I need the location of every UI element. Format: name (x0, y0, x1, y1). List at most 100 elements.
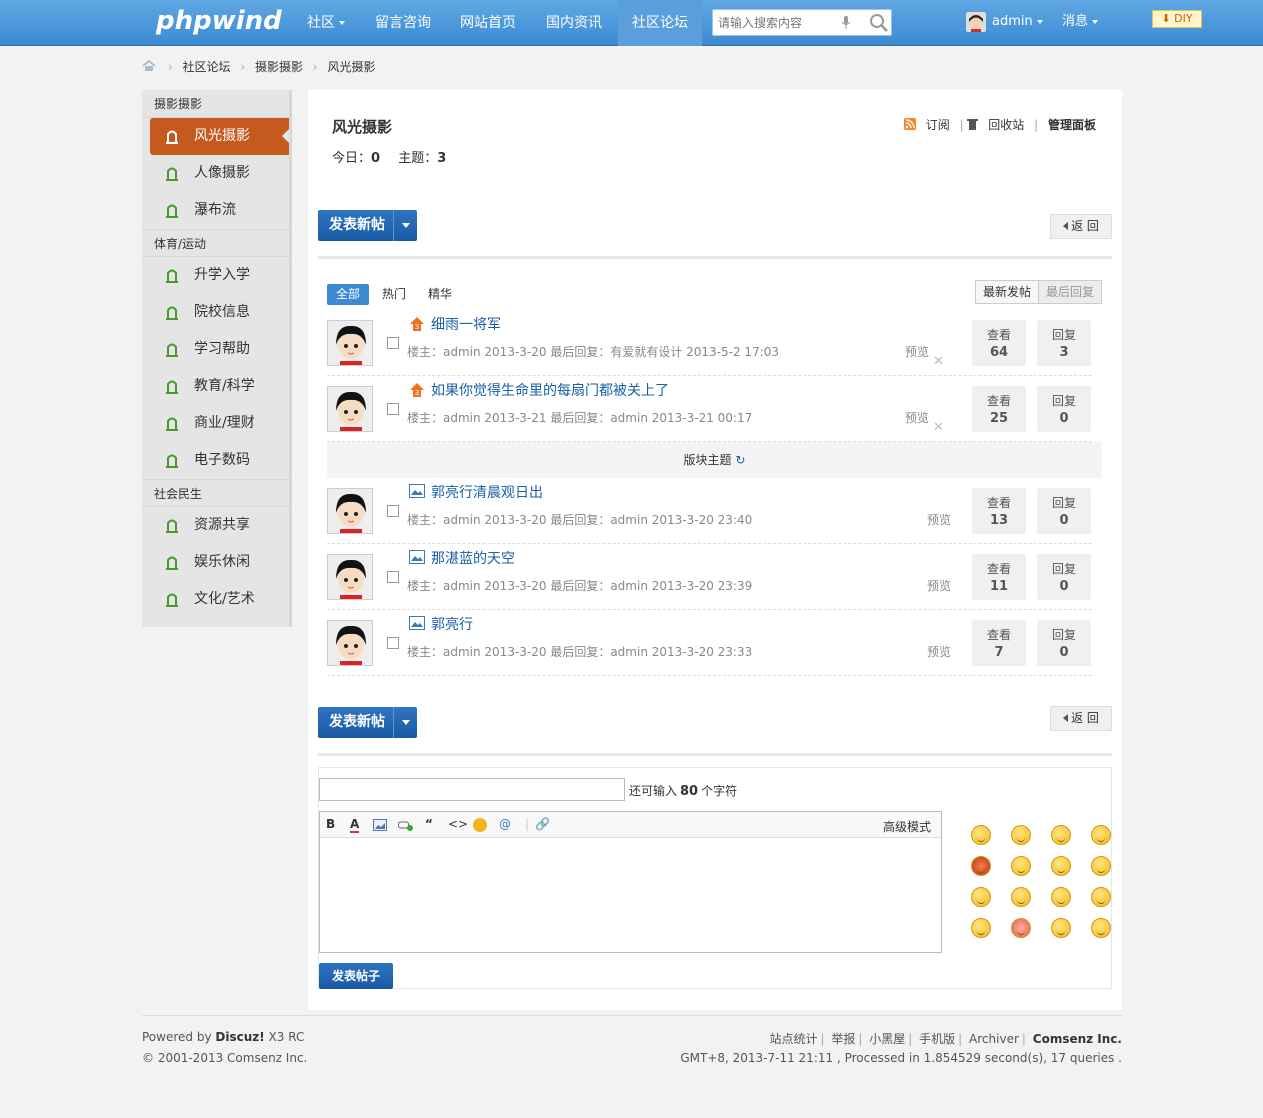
breadcrumb-forum[interactable]: 社区论坛 (182, 60, 230, 74)
author-avatar[interactable] (327, 320, 373, 366)
new-post-button[interactable]: 发表新帖 (318, 707, 417, 738)
sidebar-item[interactable]: 商业/理财 (142, 405, 289, 442)
discuz-link[interactable]: Discuz! (215, 1030, 264, 1044)
nav-forum[interactable]: 社区论坛 (618, 0, 702, 46)
sidebar-item[interactable]: 娱乐休闲 (142, 544, 289, 581)
sidebar-item[interactable]: 教育/科学 (142, 368, 289, 405)
smiley-icon[interactable] (971, 856, 991, 876)
attachment-icon[interactable]: 🔗 (535, 817, 550, 831)
image-icon[interactable] (373, 819, 387, 831)
tab-all[interactable]: 全部 (327, 284, 370, 305)
reply-editor[interactable]: B A “ <> @ | 🔗 高级模式 (319, 811, 942, 953)
back-button[interactable]: 返 回 (1050, 214, 1112, 239)
nav-home[interactable]: 网站首页 (446, 0, 530, 46)
table-row[interactable]: 3 细雨一将军 楼主：admin 2013-3-20 最后回复：有爱就有设计 2… (327, 310, 1092, 376)
sidebar-item[interactable]: 电子数码 (142, 442, 289, 479)
sidebar-group-title[interactable]: 体育/运动 (142, 229, 289, 257)
close-icon[interactable]: ✕ (933, 420, 944, 435)
smiley-icon[interactable] (1051, 856, 1071, 876)
new-post-button[interactable]: 发表新帖 (318, 210, 417, 241)
back-button[interactable]: 返 回 (1050, 706, 1112, 731)
smiley-icon[interactable] (1051, 887, 1071, 907)
smiley-icon[interactable] (1011, 887, 1031, 907)
site-logo[interactable]: phpwind (156, 6, 282, 36)
diy-button[interactable]: ⬇ DIY (1152, 10, 1202, 28)
sidebar-item-waterfall[interactable]: 瀑布流 (142, 192, 289, 229)
recycle-bin-link[interactable]: 回收站 (988, 118, 1024, 132)
sidebar-item[interactable]: 升学入学 (142, 257, 289, 294)
table-row[interactable]: 郭亮行清晨观日出 楼主：admin 2013-3-20 最后回复：admin 2… (327, 478, 1092, 544)
sort-newest[interactable]: 最新发帖 (976, 281, 1038, 303)
sidebar-group-title[interactable]: 社会民生 (142, 479, 289, 507)
sidebar-item[interactable]: 文化/艺术 (142, 581, 289, 618)
thread-checkbox[interactable] (387, 637, 399, 649)
smiley-icon[interactable] (1051, 918, 1071, 938)
sidebar-item[interactable]: 资源共享 (142, 507, 289, 544)
advanced-mode-link[interactable]: 高级模式 (883, 818, 931, 835)
footer-link-report[interactable]: 举报 (831, 1032, 855, 1046)
link-icon[interactable] (398, 820, 414, 832)
nav-guestbook[interactable]: 留言咨询 (362, 0, 444, 46)
code-icon[interactable]: <> (448, 817, 468, 831)
user-avatar[interactable] (966, 12, 986, 32)
preview-link[interactable]: 预览 (905, 343, 929, 360)
sort-last-reply[interactable]: 最后回复 (1037, 281, 1101, 303)
footer-link-stats[interactable]: 站点统计 (769, 1032, 817, 1046)
footer-link-archiver[interactable]: Archiver (969, 1032, 1019, 1046)
username-menu[interactable]: admin (992, 0, 1043, 44)
table-row[interactable]: 郭亮行 楼主：admin 2013-3-20 最后回复：admin 2013-3… (327, 610, 1092, 676)
author-avatar[interactable] (327, 620, 373, 666)
reply-title-input[interactable] (319, 778, 625, 801)
smiley-icon[interactable] (1091, 918, 1111, 938)
thread-checkbox[interactable] (387, 403, 399, 415)
table-row[interactable]: 那湛蓝的天空 楼主：admin 2013-3-20 最后回复：admin 201… (327, 544, 1092, 610)
thread-title[interactable]: 郭亮行 (431, 614, 473, 634)
thread-title[interactable]: 郭亮行清晨观日出 (431, 482, 543, 502)
thread-checkbox[interactable] (387, 337, 399, 349)
quote-icon[interactable]: “ (425, 817, 433, 831)
text-color-icon[interactable]: A (350, 817, 360, 833)
submit-reply-button[interactable]: 发表帖子 (319, 963, 393, 989)
smiley-icon[interactable] (971, 918, 991, 938)
new-post-dropdown[interactable] (393, 210, 417, 241)
smiley-icon[interactable] (1011, 825, 1031, 845)
author-avatar[interactable] (327, 554, 373, 600)
refresh-icon[interactable]: ↻ (735, 453, 745, 467)
preview-link[interactable]: 预览 (927, 577, 951, 594)
sidebar-item-landscape[interactable]: 风光摄影 (150, 118, 290, 155)
subscribe-link[interactable]: 订阅 (926, 118, 950, 132)
author-avatar[interactable] (327, 386, 373, 432)
smiley-icon[interactable] (1011, 856, 1031, 876)
admin-panel-link[interactable]: 管理面板 (1048, 118, 1096, 132)
close-icon[interactable]: ✕ (933, 354, 944, 369)
footer-link-blacklist[interactable]: 小黑屋 (869, 1032, 905, 1046)
smiley-icon[interactable] (1091, 825, 1111, 845)
thread-title[interactable]: 如果你觉得生命里的每扇门都被关上了 (431, 380, 669, 400)
new-post-dropdown[interactable] (393, 707, 417, 738)
thread-checkbox[interactable] (387, 571, 399, 583)
at-mention-icon[interactable]: @ (499, 817, 511, 831)
breadcrumb-current[interactable]: 风光摄影 (327, 60, 375, 74)
author-avatar[interactable] (327, 488, 373, 534)
messages-menu[interactable]: 消息 (1062, 0, 1099, 44)
smiley-icon[interactable] (473, 818, 487, 832)
bold-icon[interactable]: B (326, 817, 335, 831)
preview-link[interactable]: 预览 (927, 511, 951, 528)
preview-link[interactable]: 预览 (927, 643, 951, 660)
forum-topics-divider[interactable]: 版块主题 ↻ (327, 442, 1102, 478)
thread-checkbox[interactable] (387, 505, 399, 517)
search-icon[interactable] (869, 13, 889, 33)
home-icon[interactable] (142, 60, 156, 72)
sidebar-item[interactable]: 学习帮助 (142, 331, 289, 368)
smiley-icon[interactable] (1091, 887, 1111, 907)
tab-digest[interactable]: 精华 (419, 284, 461, 305)
smiley-icon[interactable] (1051, 825, 1071, 845)
microphone-icon[interactable] (841, 15, 851, 30)
smiley-icon[interactable] (971, 887, 991, 907)
smiley-icon[interactable] (971, 825, 991, 845)
sidebar-group-title[interactable]: 摄影摄影 (142, 90, 289, 118)
search-input[interactable] (713, 10, 833, 35)
thread-title[interactable]: 细雨一将军 (431, 314, 501, 334)
nav-community[interactable]: 社区 (292, 0, 360, 46)
table-row[interactable]: 3 如果你觉得生命里的每扇门都被关上了 楼主：admin 2013-3-21 最… (327, 376, 1092, 442)
